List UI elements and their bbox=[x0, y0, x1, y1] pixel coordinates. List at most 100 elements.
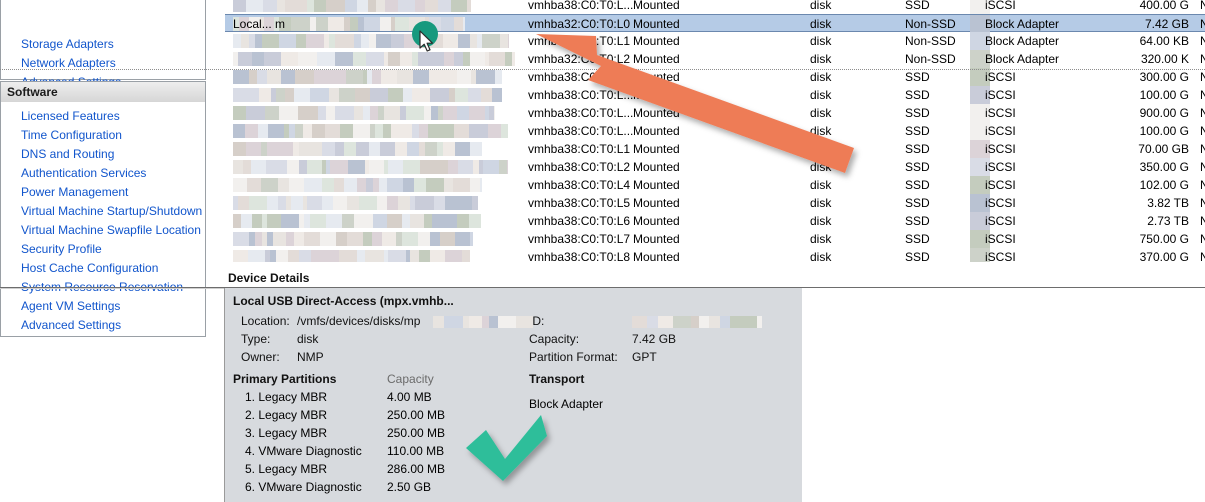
redacted-device-name bbox=[233, 214, 481, 228]
partition-capacity: 250.00 MB bbox=[387, 408, 446, 422]
device-capacity-cell: 400.00 G bbox=[1139, 0, 1189, 12]
device-state-cell: Mounted bbox=[633, 178, 680, 192]
device-drive-type-cell: SSD bbox=[905, 106, 930, 120]
table-row[interactable]: vmhba38:C0:T0:L... Mounted disk SSD iSCSI 100… bbox=[225, 86, 1205, 104]
sidebar-item-authentication-services[interactable]: Authentication Services bbox=[1, 164, 205, 183]
software-panel: Licensed Features Time Configuration DNS… bbox=[0, 102, 206, 337]
sidebar-item-network-adapters[interactable]: Network Adapters bbox=[1, 54, 205, 73]
sidebar-item-time-configuration[interactable]: Time Configuration bbox=[1, 126, 205, 145]
table-row[interactable]: vmhba32:C0:T0:L2 Mounted disk Non-SSD Block … bbox=[225, 50, 1205, 68]
device-identifier-cell: vmhba32:C0:T0:L0 bbox=[528, 17, 631, 31]
device-state-cell: Mounted bbox=[633, 160, 680, 174]
sidebar-item-vm-swapfile-location[interactable]: Virtual Machine Swapfile Location bbox=[1, 221, 205, 240]
storage-devices-table[interactable]: vmhba38:C0:T0:L... Mounted disk SSD iSCSI 400… bbox=[225, 0, 1205, 262]
table-row[interactable]: vmhba38:C0:T0:L... Mounted disk SSD iSCSI 100… bbox=[225, 122, 1205, 140]
device-type-cell: disk bbox=[810, 214, 832, 228]
sidebar-item-security-profile[interactable]: Security Profile bbox=[1, 240, 205, 259]
device-drive-type-cell: SSD bbox=[905, 142, 930, 156]
table-row[interactable]: vmhba38:C0:T0:L6 Mounted disk SSD iSCSI 2.73 … bbox=[225, 212, 1205, 230]
partition-capacity: 110.00 MB bbox=[387, 444, 445, 458]
sidebar-item-power-management-sw[interactable]: Power Management bbox=[1, 183, 205, 202]
sidebar-item-dns-and-routing[interactable]: DNS and Routing bbox=[1, 145, 205, 164]
table-row[interactable]: vmhba38:C0:T0:L... Mounted disk SSD iSCSI 900… bbox=[225, 104, 1205, 122]
details-dotted-separator bbox=[0, 69, 1205, 70]
redacted-device-name bbox=[233, 52, 515, 66]
device-identifier-cell: vmhba32:C0:T0:L1 bbox=[528, 34, 631, 48]
table-row[interactable]: vmhba38:C0:T0:L4 Mounted disk SSD iSCSI 102.0… bbox=[225, 176, 1205, 194]
device-identifier-cell: vmhba38:C0:T0:L5 bbox=[528, 196, 631, 210]
sidebar-item-licensed-features[interactable]: Licensed Features bbox=[1, 107, 205, 126]
table-row[interactable]: vmhba38:C0:T0:L2 Mounted disk SSD iSCSI 350.0… bbox=[225, 158, 1205, 176]
device-type-cell: disk bbox=[810, 52, 832, 66]
device-drive-type-cell: SSD bbox=[905, 250, 930, 262]
device-owner-cell: NMP bbox=[1200, 0, 1205, 12]
partition-capacity: 250.00 MB bbox=[387, 426, 446, 440]
device-state-cell: Mounted bbox=[633, 17, 680, 31]
device-drive-type-cell: SSD bbox=[905, 160, 930, 174]
details-right-blank bbox=[802, 288, 1205, 502]
table-row[interactable]: vmhba38:C0:T0:L8 Mounted disk SSD iSCSI 370.0… bbox=[225, 248, 1205, 262]
device-drive-type-cell: SSD bbox=[905, 70, 930, 84]
device-capacity-cell: 350.00 G bbox=[1139, 160, 1189, 174]
device-drive-type-cell: SSD bbox=[905, 124, 930, 138]
device-type-cell: disk bbox=[810, 142, 832, 156]
device-owner-cell: NMP bbox=[1200, 232, 1205, 246]
table-row[interactable]: vmhba38:C0:T0:L1 Mounted disk SSD iSCSI 70.00… bbox=[225, 140, 1205, 158]
redacted-device-name bbox=[233, 160, 508, 174]
device-identifier-cell: vmhba38:C0:T0:L... bbox=[528, 0, 634, 12]
table-row[interactable]: vmhba38:C0:T0:L7 Mounted disk SSD iSCSI 750.0… bbox=[225, 230, 1205, 248]
device-transport-cell: iSCSI bbox=[985, 250, 1016, 262]
device-state-cell: Mounted bbox=[633, 124, 680, 138]
device-owner-cell: NMP bbox=[1200, 34, 1205, 48]
partition-name: 6. VMware Diagnostic bbox=[245, 480, 362, 494]
device-transport-cell: iSCSI bbox=[985, 142, 1016, 156]
device-capacity-cell: 7.42 GB bbox=[1144, 17, 1189, 31]
primary-partitions-header: Primary Partitions bbox=[233, 372, 337, 386]
device-capacity-cell: 900.00 G bbox=[1139, 106, 1189, 120]
device-type-cell: disk bbox=[810, 88, 832, 102]
device-capacity-cell: 70.00 GB bbox=[1138, 142, 1189, 156]
device-identifier-cell: vmhba38:C0:T0:L1 bbox=[528, 142, 631, 156]
device-state-cell: Mounted bbox=[633, 232, 680, 246]
device-type-cell: disk bbox=[810, 0, 832, 12]
device-transport-cell: iSCSI bbox=[985, 0, 1016, 12]
table-row[interactable]: vmhba32:C0:T0:L1 Mounted disk Non-SSD Block … bbox=[225, 32, 1205, 50]
device-type-cell: disk bbox=[810, 250, 832, 262]
redacted-device-name bbox=[233, 106, 495, 120]
table-row[interactable]: vmhba38:C0:T0:L... Mounted disk SSD iSCSI 400… bbox=[225, 0, 1205, 14]
device-drive-type-cell: Non-SSD bbox=[905, 17, 956, 31]
sidebar-item-storage-adapters[interactable]: Storage Adapters bbox=[1, 35, 205, 54]
device-transport-cell: iSCSI bbox=[985, 160, 1016, 174]
device-transport-cell: iSCSI bbox=[985, 232, 1016, 246]
location-value: /vmfs/devices/disks/mp bbox=[297, 314, 421, 328]
device-type-cell: disk bbox=[810, 160, 832, 174]
device-drive-type-cell: Non-SSD bbox=[905, 34, 956, 48]
device-transport-cell: iSCSI bbox=[985, 196, 1016, 210]
device-drive-type-cell: SSD bbox=[905, 196, 930, 210]
device-transport-cell: iSCSI bbox=[985, 178, 1016, 192]
sidebar-item-host-cache-configuration[interactable]: Host Cache Configuration bbox=[1, 259, 205, 278]
table-row[interactable]: vmhba38:C0:T0:L5 Mounted disk SSD iSCSI 3.82 … bbox=[225, 194, 1205, 212]
sidebar-item-advanced-settings-sw[interactable]: Advanced Settings bbox=[1, 316, 205, 335]
redacted-location-suffix bbox=[433, 316, 533, 328]
owner-value: NMP bbox=[297, 350, 324, 364]
sidebar-item-agent-vm-settings[interactable]: Agent VM Settings bbox=[1, 297, 205, 316]
device-capacity-cell: 100.00 G bbox=[1139, 124, 1189, 138]
type-label: Type: bbox=[241, 332, 271, 346]
table-row[interactable]: Local... m vmhba32:C0:T0:L0 Mounted disk Non… bbox=[225, 14, 1205, 33]
device-details-title: Device Details bbox=[228, 271, 310, 285]
table-row[interactable]: vmhba38:C0:T0:L... Mounted disk SSD iSCSI 300… bbox=[225, 68, 1205, 86]
device-owner-cell: NMP bbox=[1200, 178, 1205, 192]
device-owner-cell: NMP bbox=[1200, 250, 1205, 262]
device-owner-cell: NMP bbox=[1200, 214, 1205, 228]
device-state-cell: Mounted bbox=[633, 70, 680, 84]
partition-name: 4. VMware Diagnostic bbox=[245, 444, 362, 458]
partition-capacity: 4.00 MB bbox=[387, 390, 432, 404]
device-type-cell: disk bbox=[810, 196, 832, 210]
partition-format-label: Partition Format: bbox=[529, 350, 618, 364]
device-state-cell: Mounted bbox=[633, 0, 680, 12]
redacted-device-name bbox=[233, 178, 482, 192]
location-label: Location: bbox=[241, 314, 290, 328]
device-owner-cell: NMP bbox=[1200, 52, 1205, 66]
sidebar-item-vm-startup-shutdown[interactable]: Virtual Machine Startup/Shutdown bbox=[1, 202, 205, 221]
